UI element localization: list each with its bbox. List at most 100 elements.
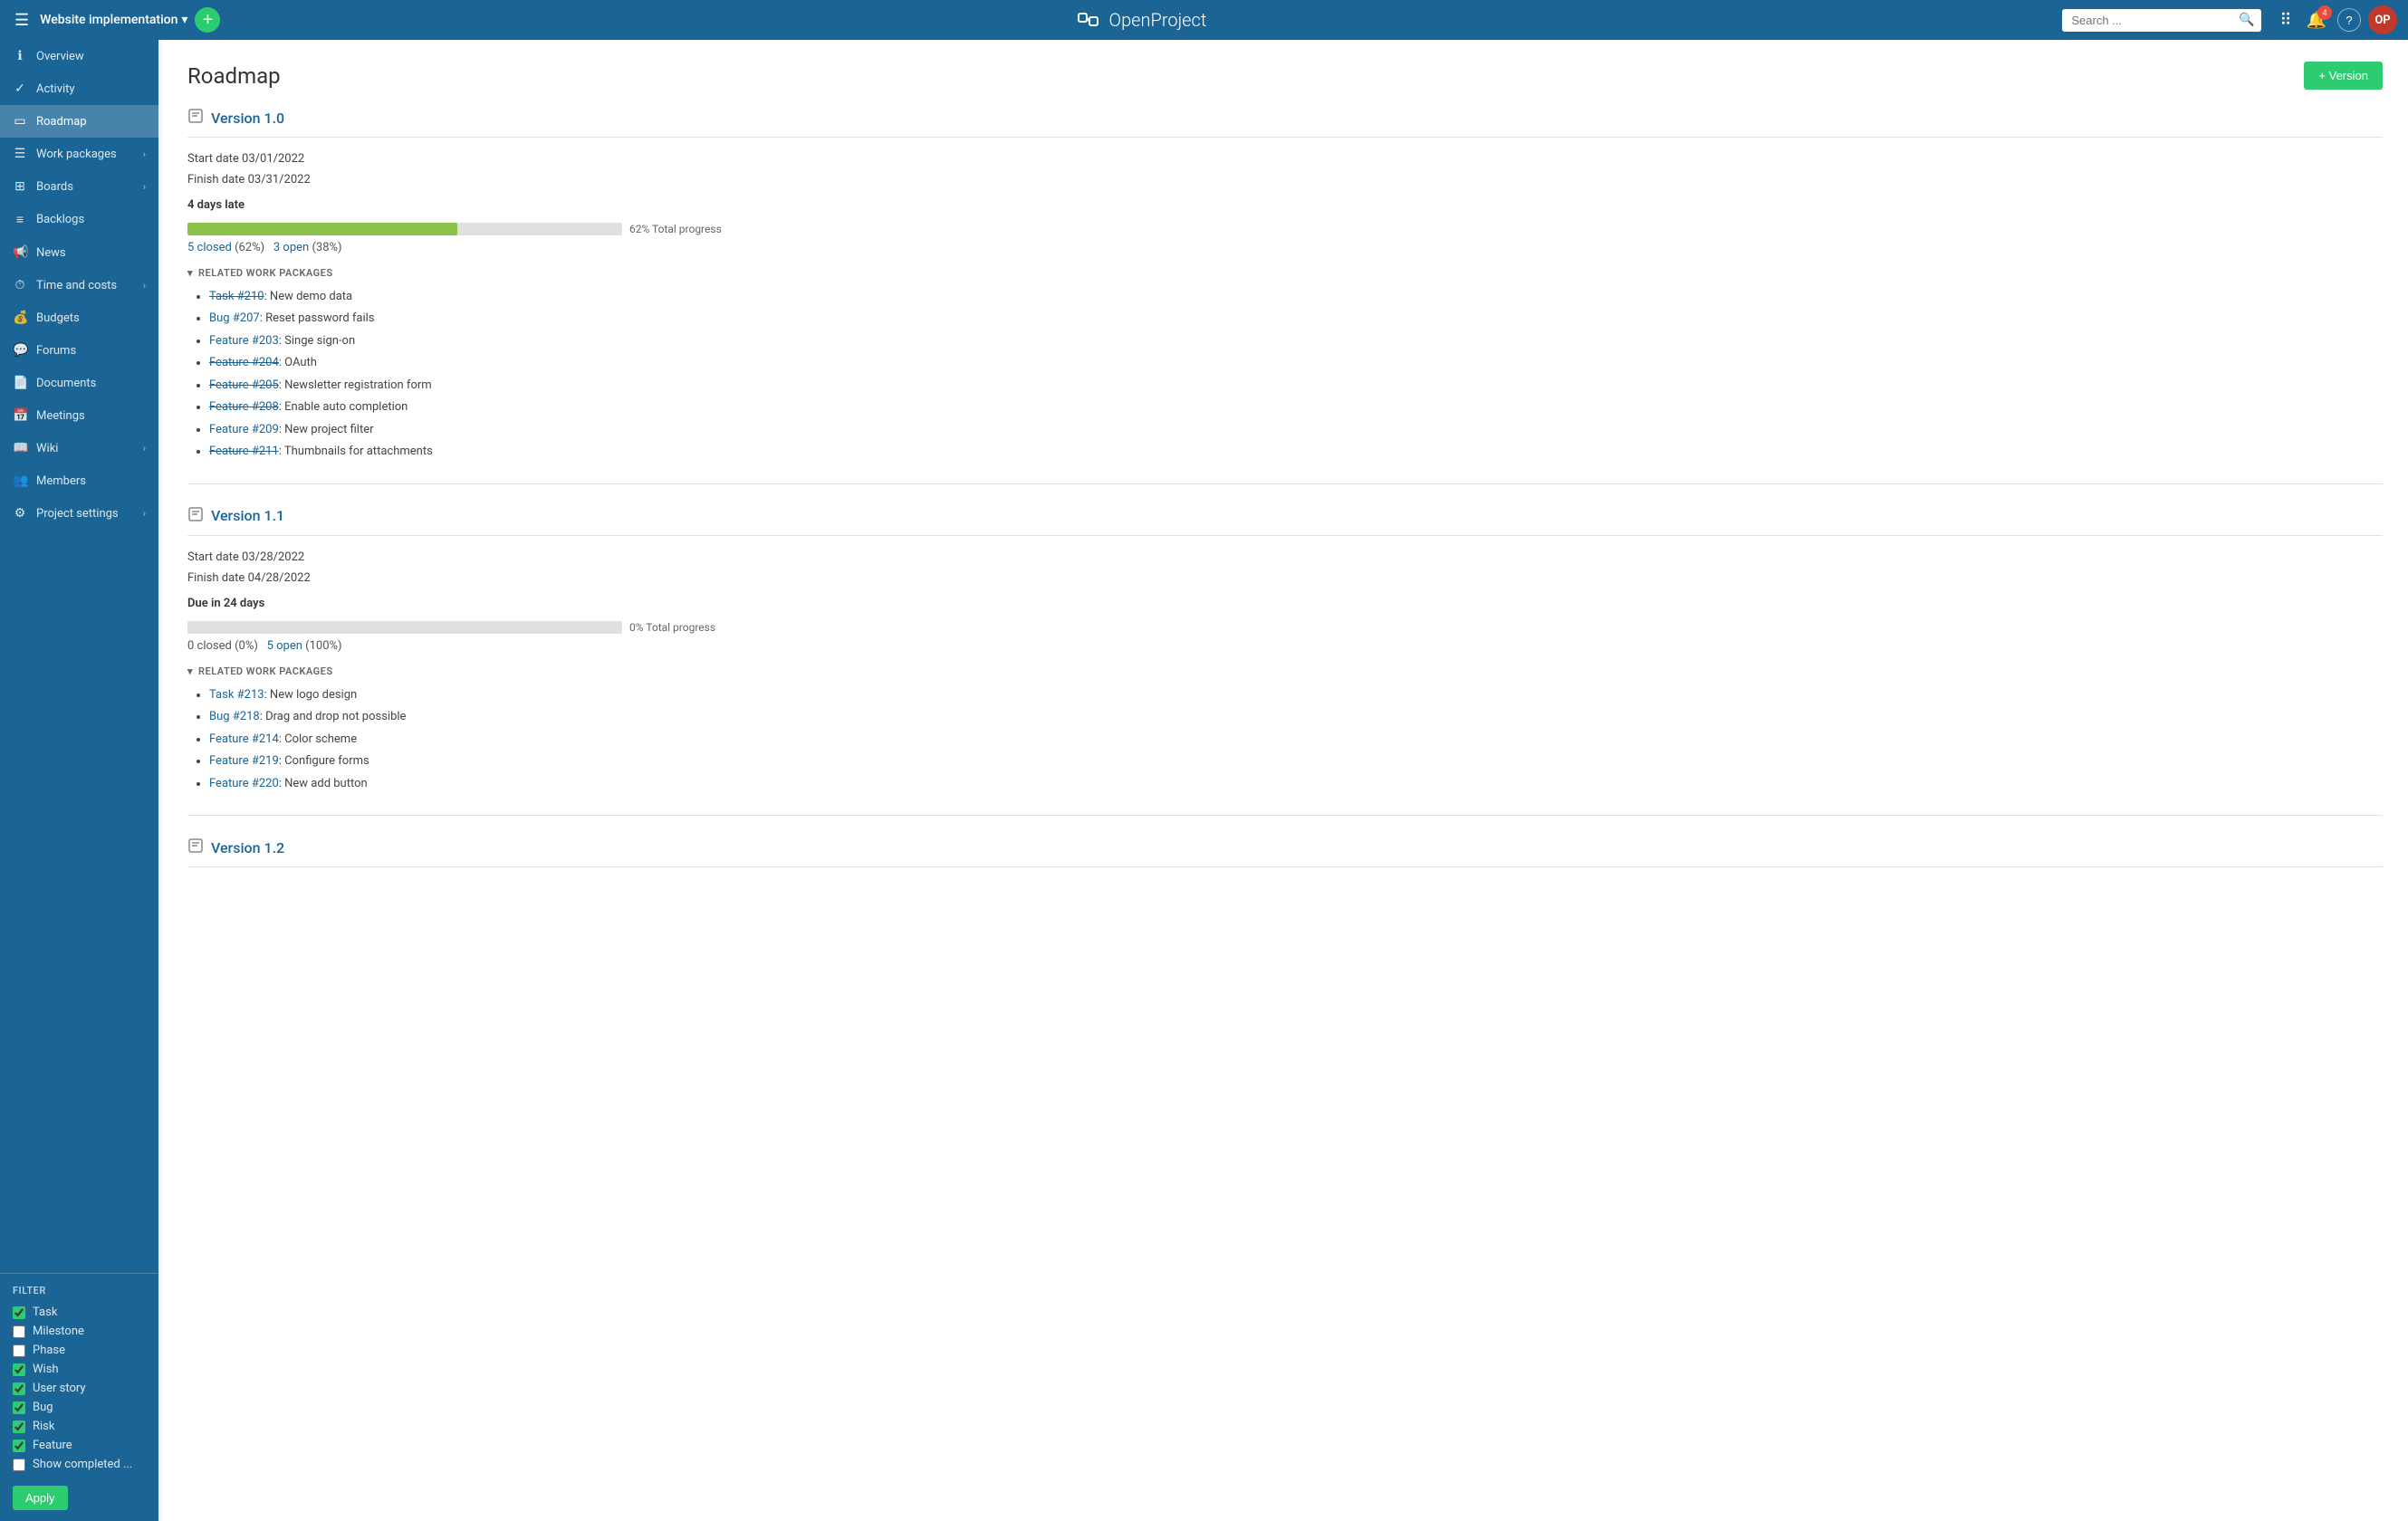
wp-207-link[interactable]: Bug #207: [209, 311, 260, 325]
list-item: Feature #205: Newsletter registration fo…: [209, 377, 2383, 395]
version-1-1-header: Version 1.1: [187, 506, 2383, 536]
sidebar-item-time-and-costs[interactable]: ⏱ Time and costs ›: [0, 269, 158, 301]
wp-214-link[interactable]: Feature #214: [209, 732, 279, 746]
sidebar-item-members[interactable]: 👥 Members: [0, 464, 158, 497]
version-1-0-meta: Start date 03/01/2022 Finish date 03/31/…: [187, 148, 2383, 191]
avatar[interactable]: OP: [2368, 5, 2397, 34]
version-1-0-section: Version 1.0 Start date 03/01/2022 Finish…: [187, 108, 2383, 484]
filter-task-checkbox[interactable]: [13, 1306, 25, 1319]
activity-icon: ✓: [13, 81, 27, 96]
sidebar-item-overview[interactable]: ℹ Overview: [0, 40, 158, 72]
search-input[interactable]: [2062, 9, 2261, 32]
apply-filter-button[interactable]: Apply: [13, 1486, 68, 1510]
filter-user-story-checkbox[interactable]: [13, 1382, 25, 1395]
list-item: Feature #211: Thumbnails for attachments: [209, 443, 2383, 461]
wp-210-link[interactable]: Task #210: [209, 290, 264, 303]
wp-219-link[interactable]: Feature #219: [209, 754, 279, 768]
version-1-0-header: Version 1.0: [187, 108, 2383, 138]
list-item: Feature #204: OAuth: [209, 354, 2383, 372]
filter-show-completed-checkbox[interactable]: [13, 1459, 25, 1471]
sidebar-item-forums[interactable]: 💬 Forums: [0, 334, 158, 367]
wiki-icon: 📖: [13, 441, 27, 455]
sidebar-item-boards[interactable]: ⊞ Boards ›: [0, 170, 158, 203]
settings-icon: ⚙: [13, 506, 27, 521]
documents-icon: 📄: [13, 376, 27, 390]
filter-feature-checkbox[interactable]: [13, 1440, 25, 1452]
filter-section: FILTER Task Milestone Phase Wish User st…: [0, 1273, 158, 1521]
overview-icon: ℹ: [13, 49, 27, 63]
topbar-actions: ⠿ 🔔 4 ? OP: [2276, 5, 2397, 34]
version-1-1-stats: 0 closed (0%) 5 open (100%): [187, 639, 2383, 653]
sidebar-item-wiki[interactable]: 📖 Wiki ›: [0, 432, 158, 464]
sidebar-item-backlogs[interactable]: ≡ Backlogs: [0, 203, 158, 236]
filter-phase[interactable]: Phase: [13, 1344, 146, 1357]
filter-user-story[interactable]: User story: [13, 1382, 146, 1395]
wp-218-link[interactable]: Bug #218: [209, 710, 260, 723]
wp-220-link[interactable]: Feature #220: [209, 777, 279, 790]
sidebar-item-meetings[interactable]: 📅 Meetings: [0, 399, 158, 432]
sidebar-item-project-settings[interactable]: ⚙ Project settings ›: [0, 497, 158, 530]
filter-title: FILTER: [13, 1285, 146, 1296]
wp-203-link[interactable]: Feature #203: [209, 334, 279, 348]
version-1-0-icon: [187, 108, 204, 128]
filter-milestone[interactable]: Milestone: [13, 1325, 146, 1338]
filter-wish-checkbox[interactable]: [13, 1363, 25, 1376]
wp-209-link[interactable]: Feature #209: [209, 423, 279, 436]
wp-213-link[interactable]: Task #213: [209, 688, 264, 702]
filter-risk-checkbox[interactable]: [13, 1421, 25, 1433]
version-1-1-status: Due in 24 days: [187, 597, 2383, 610]
version-1-1-open-link[interactable]: 5 open: [267, 639, 302, 653]
logo-text: OpenProject: [1109, 9, 1207, 31]
wp-205-link[interactable]: Feature #205: [209, 378, 279, 392]
notification-badge: 4: [2317, 5, 2332, 20]
filter-task[interactable]: Task: [13, 1306, 146, 1319]
budgets-icon: 💰: [13, 311, 27, 325]
version-1-0-stats: 5 closed (62%) 3 open (38%): [187, 241, 2383, 254]
list-item: Feature #214: Color scheme: [209, 731, 2383, 749]
version-1-0-related: ▾ RELATED WORK PACKAGES Task #210: New d…: [187, 267, 2383, 461]
version-1-0-open-link[interactable]: 3 open: [273, 241, 309, 254]
project-selector[interactable]: Website implementation ▾: [40, 13, 187, 27]
version-1-0-related-header[interactable]: ▾ RELATED WORK PACKAGES: [187, 267, 2383, 279]
version-1-1-icon: [187, 506, 204, 526]
list-item: Feature #209: New project filter: [209, 421, 2383, 439]
wp-204-link[interactable]: Feature #204: [209, 356, 279, 369]
sidebar-item-budgets[interactable]: 💰 Budgets: [0, 301, 158, 334]
version-1-0-closed-link[interactable]: 5 closed: [187, 241, 232, 254]
wp-211-link[interactable]: Feature #211: [209, 445, 279, 458]
filter-show-completed[interactable]: Show completed ...: [13, 1458, 146, 1471]
notifications-button[interactable]: 🔔 4: [2303, 7, 2330, 33]
project-settings-arrow: ›: [143, 508, 146, 520]
sidebar-item-news[interactable]: 📢 News: [0, 236, 158, 269]
boards-icon: ⊞: [13, 179, 27, 194]
sidebar-item-work-packages[interactable]: ☰ Work packages ›: [0, 138, 158, 170]
filter-milestone-checkbox[interactable]: [13, 1325, 25, 1338]
filter-phase-checkbox[interactable]: [13, 1344, 25, 1357]
wiki-arrow: ›: [143, 443, 146, 454]
version-1-0-wp-list: Task #210: New demo data Bug #207: Reset…: [187, 288, 2383, 461]
version-1-1-link[interactable]: Version 1.1: [211, 507, 284, 524]
topbar: ☰ Website implementation ▾ + OpenProject…: [0, 0, 2408, 40]
help-button[interactable]: ?: [2337, 8, 2361, 32]
add-version-button[interactable]: + Version: [2304, 62, 2383, 90]
filter-wish[interactable]: Wish: [13, 1363, 146, 1376]
version-1-2-link[interactable]: Version 1.2: [211, 839, 284, 856]
grid-icon-button[interactable]: ⠿: [2276, 7, 2295, 33]
time-costs-arrow: ›: [143, 280, 146, 292]
sidebar-item-activity[interactable]: ✓ Activity: [0, 72, 158, 105]
filter-bug-checkbox[interactable]: [13, 1401, 25, 1414]
version-1-1-section: Version 1.1 Start date 03/28/2022 Finish…: [187, 506, 2383, 816]
wp-208-link[interactable]: Feature #208: [209, 400, 279, 414]
version-1-0-link[interactable]: Version 1.0: [211, 110, 284, 127]
filter-feature[interactable]: Feature: [13, 1439, 146, 1452]
sidebar-nav: ℹ Overview ✓ Activity ▭ Roadmap ☰ Work p…: [0, 40, 158, 1273]
hamburger-icon[interactable]: ☰: [11, 7, 33, 33]
version-1-1-meta: Start date 03/28/2022 Finish date 04/28/…: [187, 547, 2383, 589]
add-button[interactable]: +: [195, 7, 220, 33]
version-1-1-related-header[interactable]: ▾ RELATED WORK PACKAGES: [187, 665, 2383, 677]
sidebar-item-roadmap[interactable]: ▭ Roadmap: [0, 105, 158, 138]
version-1-2-header: Version 1.2: [187, 837, 2383, 867]
filter-bug[interactable]: Bug: [13, 1401, 146, 1414]
sidebar-item-documents[interactable]: 📄 Documents: [0, 367, 158, 399]
filter-risk[interactable]: Risk: [13, 1420, 146, 1433]
